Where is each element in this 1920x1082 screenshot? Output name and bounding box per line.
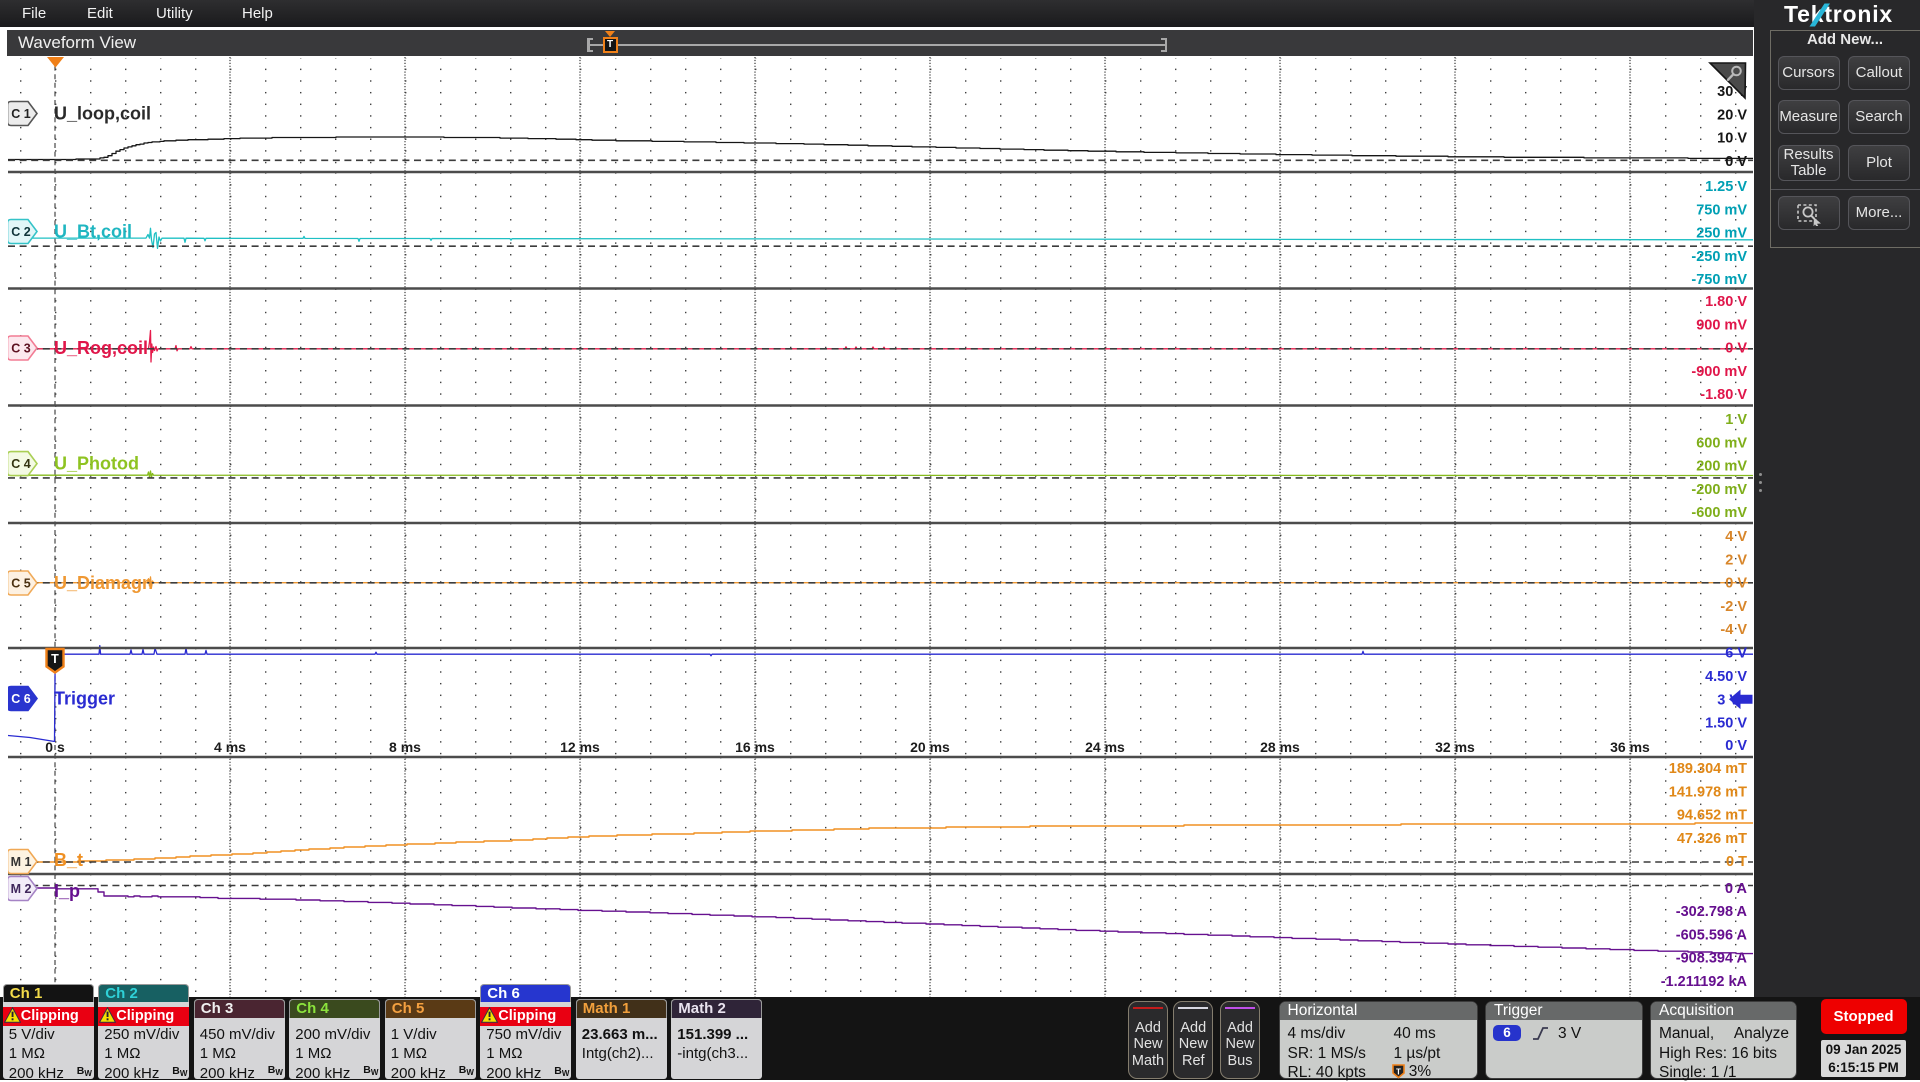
svg-text:28 ms: 28 ms <box>1260 739 1300 755</box>
svg-text:4 V: 4 V <box>1725 529 1747 545</box>
svg-text:141.978 mT: 141.978 mT <box>1669 784 1747 800</box>
svg-text:-4 V: -4 V <box>1720 622 1747 638</box>
svg-text:189.304 mT: 189.304 mT <box>1669 761 1747 777</box>
svg-text:250 mV: 250 mV <box>1696 226 1747 242</box>
svg-text:U_Photod: U_Photod <box>54 454 139 474</box>
svg-text:8 ms: 8 ms <box>389 739 421 755</box>
svg-text:200 mV: 200 mV <box>1696 459 1747 475</box>
svg-text:4 ms: 4 ms <box>214 739 246 755</box>
svg-text:C 3: C 3 <box>11 342 31 356</box>
svg-text:M 2: M 2 <box>11 882 32 896</box>
svg-text:U_loop,coil: U_loop,coil <box>54 104 151 124</box>
svg-text:94.652 mT: 94.652 mT <box>1677 808 1747 824</box>
svg-text:1.50 V: 1.50 V <box>1705 715 1747 731</box>
svg-text:C 5: C 5 <box>11 577 31 591</box>
svg-text:20 V: 20 V <box>1717 107 1747 123</box>
svg-text:C 6: C 6 <box>11 692 31 706</box>
svg-text:0 A: 0 A <box>1725 881 1748 897</box>
svg-text:1 V: 1 V <box>1725 412 1747 428</box>
svg-text:6 V: 6 V <box>1725 646 1747 662</box>
svg-text:1.80 V: 1.80 V <box>1705 294 1747 310</box>
svg-text:U_Rog,coil: U_Rog,coil <box>54 338 148 358</box>
svg-text:750 mV: 750 mV <box>1696 202 1747 218</box>
svg-text:-750 mV: -750 mV <box>1691 272 1747 288</box>
svg-text:B_t: B_t <box>54 850 83 870</box>
svg-text:-1.211192 kA: -1.211192 kA <box>1661 974 1748 990</box>
svg-text:-908.394 A: -908.394 A <box>1676 951 1748 967</box>
svg-text:Trigger: Trigger <box>54 689 115 709</box>
svg-text:U_Diamagn: U_Diamagn <box>54 573 153 593</box>
svg-text:U_Bt,coil: U_Bt,coil <box>54 222 132 242</box>
svg-text:-200 mV: -200 mV <box>1691 482 1747 498</box>
svg-text:C 4: C 4 <box>11 457 31 471</box>
svg-text:36 ms: 36 ms <box>1610 739 1650 755</box>
svg-text:-600 mV: -600 mV <box>1691 505 1747 521</box>
svg-text:47.326 mT: 47.326 mT <box>1677 831 1747 847</box>
svg-text:1.25 V: 1.25 V <box>1705 179 1747 195</box>
svg-text:-605.596 A: -605.596 A <box>1676 927 1748 943</box>
svg-text:0 V: 0 V <box>1725 154 1747 170</box>
svg-text:-900 mV: -900 mV <box>1691 364 1747 380</box>
svg-text:24 ms: 24 ms <box>1085 739 1125 755</box>
svg-text:0 V: 0 V <box>1725 341 1747 357</box>
svg-text:-1.80 V: -1.80 V <box>1700 387 1747 403</box>
svg-text:12 ms: 12 ms <box>560 739 600 755</box>
svg-text:16 ms: 16 ms <box>735 739 775 755</box>
svg-text:900 mV: 900 mV <box>1696 317 1747 333</box>
svg-text:0 T: 0 T <box>1726 854 1747 870</box>
svg-text:4.50 V: 4.50 V <box>1705 669 1747 685</box>
svg-text:10 V: 10 V <box>1717 131 1747 147</box>
svg-text:20 ms: 20 ms <box>910 739 950 755</box>
svg-text:T: T <box>51 652 59 666</box>
svg-text:-302.798 A: -302.798 A <box>1676 904 1748 920</box>
svg-text:C 2: C 2 <box>11 225 31 239</box>
svg-text:Tektronix: Tektronix <box>1784 1 1893 27</box>
svg-text:0 V: 0 V <box>1725 576 1747 592</box>
svg-text:2 V: 2 V <box>1725 552 1747 568</box>
svg-text:-2 V: -2 V <box>1720 599 1747 615</box>
svg-text:600 mV: 600 mV <box>1696 435 1747 451</box>
svg-text:T: T <box>1396 1067 1401 1076</box>
svg-text:32 ms: 32 ms <box>1435 739 1475 755</box>
svg-text:0 s: 0 s <box>45 739 65 755</box>
svg-text:-250 mV: -250 mV <box>1691 249 1747 265</box>
svg-text:0 V: 0 V <box>1725 738 1747 754</box>
svg-text:M 1: M 1 <box>11 855 32 869</box>
svg-text:C 1: C 1 <box>11 107 31 121</box>
svg-text:I_p: I_p <box>54 881 80 901</box>
